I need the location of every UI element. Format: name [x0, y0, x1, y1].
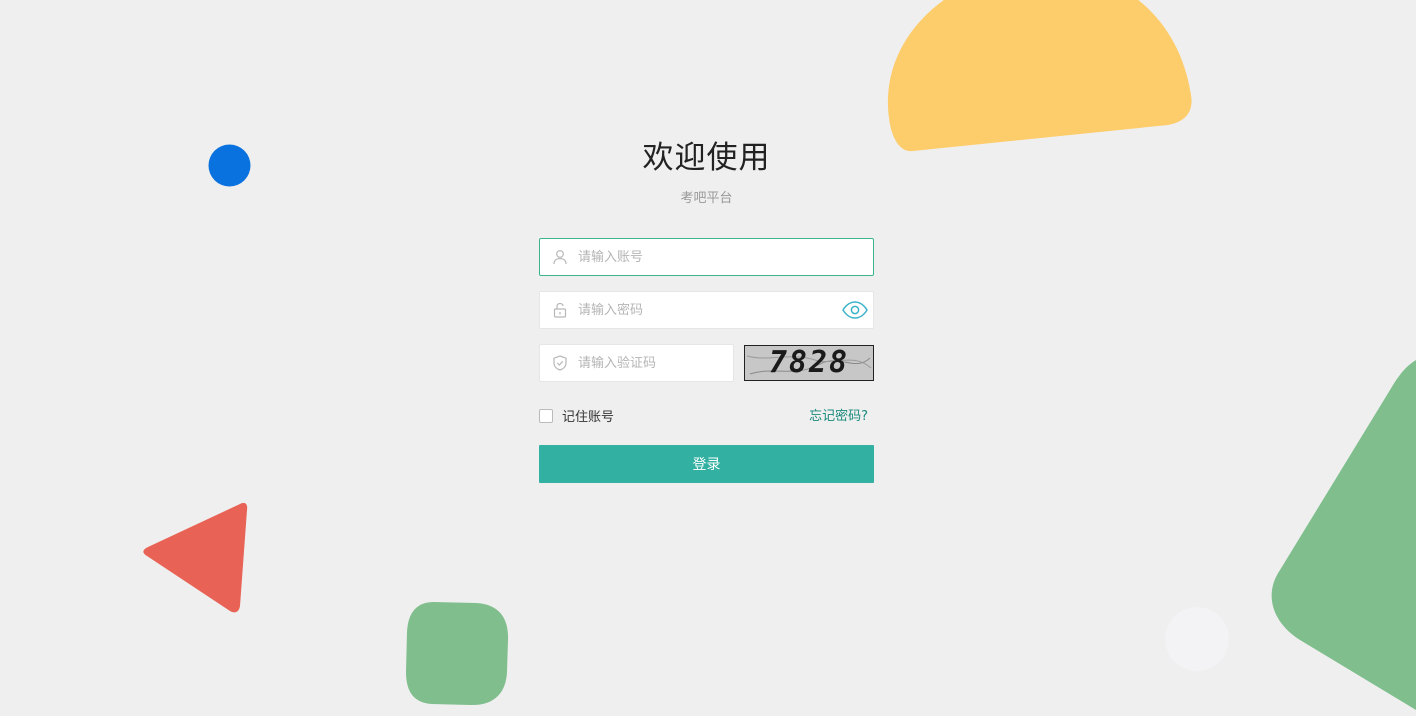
faint-circle-decoration — [1165, 607, 1229, 671]
remember-checkbox[interactable] — [539, 408, 553, 423]
captcha-field[interactable] — [539, 344, 838, 382]
page-subtitle: 考吧平台 — [680, 191, 733, 206]
login-button[interactable]: 登录 — [539, 445, 874, 483]
login-form: 欢迎使用 考吧平台 请输入账号 请输入验证码 7828 记住账号 忘记密码? 登… — [539, 120, 874, 483]
remember-account[interactable]: 记住账号 — [539, 406, 614, 425]
blue-circle-decoration — [208, 144, 251, 187]
login-page: 欢迎使用 考吧平台 请输入账号 请输入验证码 7828 记住账号 忘记密码? 登… — [0, 0, 1416, 716]
captcha-code: 7828 — [768, 345, 850, 380]
forgot-password-link[interactable]: 忘记密码? — [809, 405, 868, 424]
account-input[interactable] — [578, 239, 838, 275]
lock-icon — [553, 302, 567, 318]
eye-icon[interactable] — [842, 301, 868, 319]
shield-check-icon — [553, 355, 567, 371]
red-triangle-decoration — [143, 502, 248, 613]
account-field[interactable] — [539, 238, 874, 276]
password-input[interactable] — [578, 292, 838, 328]
page-title: 欢迎使用 — [642, 140, 771, 176]
remember-label: 记住账号 — [562, 410, 615, 425]
captcha-image[interactable]: 7828 — [744, 345, 874, 381]
user-icon — [553, 250, 567, 265]
password-field[interactable] — [539, 291, 874, 329]
green-squircle-decoration — [406, 602, 509, 706]
yellow-semicircle-decoration — [887, 0, 1192, 152]
green-large-shape-decoration — [1271, 360, 1416, 710]
